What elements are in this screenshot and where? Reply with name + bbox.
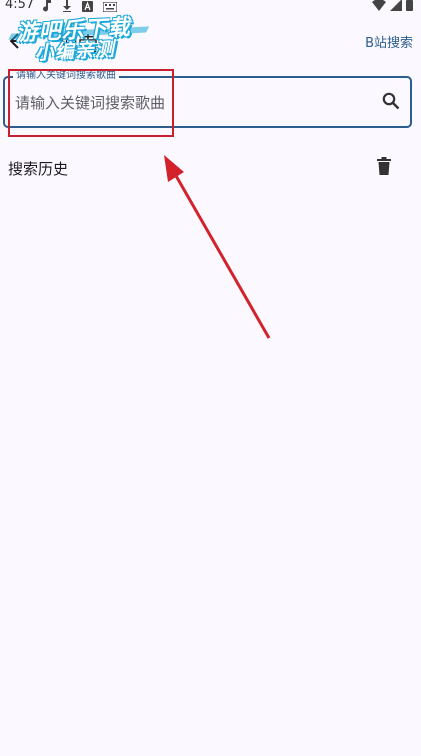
battery-icon [406, 0, 413, 15]
search-input[interactable] [13, 88, 377, 118]
watermark-line2: 小编亲测 [34, 38, 116, 65]
watermark-logo: 游吧乐下载 小编亲测 [5, 4, 156, 72]
search-history-title: 搜索历史 [8, 160, 69, 178]
status-system-icons [372, 0, 413, 15]
trash-icon[interactable] [377, 157, 391, 179]
search-history-header: 搜索历史 [0, 150, 421, 186]
bilibili-search-button[interactable]: B站搜索 [365, 32, 413, 51]
search-icon[interactable] [382, 92, 400, 114]
search-field-label: 请输入关键词搜索歌曲 [13, 69, 119, 83]
search-field[interactable]: 请输入关键词搜索歌曲 [3, 69, 412, 128]
wifi-icon [372, 0, 386, 15]
signal-icon [390, 0, 402, 15]
